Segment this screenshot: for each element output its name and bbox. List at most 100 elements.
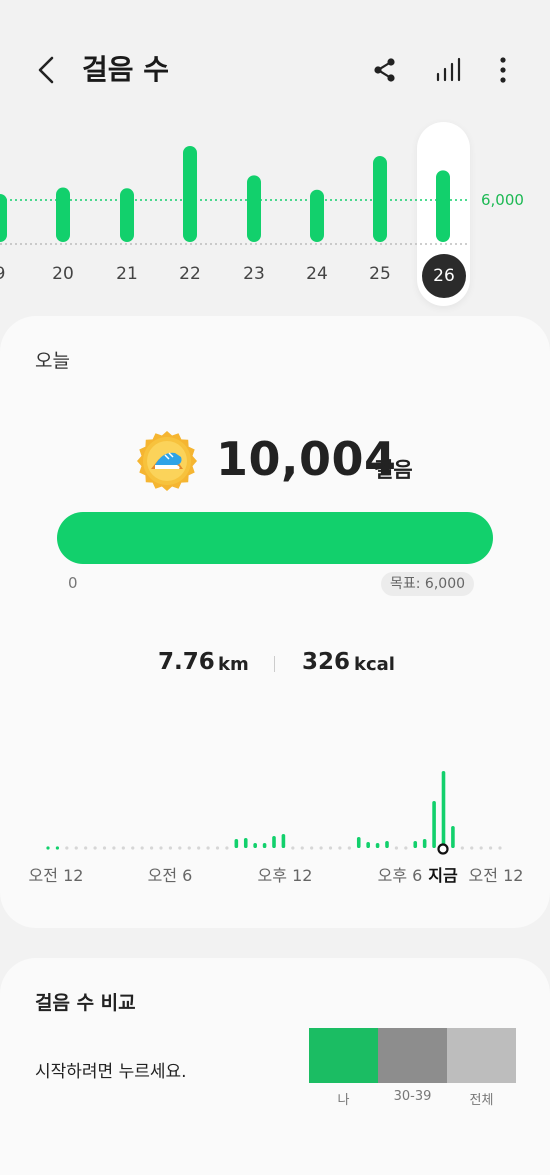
day-label[interactable]: 21 — [107, 264, 147, 284]
calories-unit: kcal — [354, 654, 395, 675]
progress-start-label: 0 — [68, 574, 78, 592]
hourly-dot — [84, 846, 88, 850]
hourly-dot — [460, 846, 464, 850]
hourly-bar — [385, 841, 389, 848]
hourly-dot — [319, 846, 323, 850]
hourly-steps-chart[interactable] — [0, 736, 550, 866]
time-label-6am: 오전 6 — [147, 866, 193, 885]
more-icon — [500, 57, 506, 83]
hourly-bar — [375, 843, 380, 848]
hourly-bar — [413, 841, 418, 848]
compare-card[interactable]: 걸음 수 비교 시작하려면 누르세요. 나 30-39 전체 — [0, 958, 550, 1175]
hourly-dot — [215, 846, 220, 850]
selected-day-badge[interactable]: 26 — [422, 254, 466, 298]
hourly-bar — [451, 826, 455, 848]
hourly-dot — [74, 846, 78, 850]
hourly-bar — [441, 771, 446, 848]
hourly-dot — [102, 846, 107, 850]
daily-bar[interactable] — [310, 189, 324, 242]
compare-bar-all — [447, 1028, 516, 1083]
daily-bar[interactable] — [120, 188, 134, 242]
hourly-bar — [272, 836, 276, 848]
day-label[interactable]: 9 — [0, 264, 20, 284]
daily-bar[interactable] — [56, 187, 70, 242]
time-label-midnight-end: 오전 12 — [468, 866, 524, 885]
hourly-dot — [159, 846, 163, 850]
page-title: 걸음 수 — [82, 53, 170, 86]
hourly-bar — [243, 838, 248, 848]
hourly-dot — [197, 846, 201, 850]
hourly-dot — [470, 846, 474, 850]
hourly-dot — [328, 846, 333, 850]
hourly-bar — [262, 843, 267, 848]
now-marker — [437, 843, 449, 855]
more-options-button[interactable] — [483, 50, 523, 90]
time-label-midnight-start: 오전 12 — [28, 866, 84, 885]
daily-bar[interactable] — [183, 146, 197, 242]
compare-bar-age-group — [378, 1028, 447, 1083]
walking-shoe-badge-icon — [137, 431, 197, 491]
hourly-bar — [356, 837, 361, 848]
distance-unit: km — [218, 654, 249, 675]
time-label-6pm: 오후 6 — [377, 866, 423, 885]
compare-bar-me — [309, 1028, 378, 1083]
hourly-dot — [187, 846, 191, 850]
hourly-dot — [488, 846, 493, 850]
hourly-dot — [55, 846, 60, 850]
hourly-dot — [291, 846, 295, 850]
daily-bar[interactable] — [247, 175, 261, 242]
back-icon — [38, 56, 54, 84]
stat-divider — [274, 656, 275, 672]
hourly-dot — [168, 846, 173, 850]
compare-label-all: 전체 — [469, 1093, 494, 1108]
hourly-dot — [347, 846, 351, 850]
time-label-now: 지금 — [428, 866, 458, 885]
today-steps-count: 10,004 — [216, 432, 397, 486]
compare-subtitle: 시작하려면 누르세요. — [35, 1062, 187, 1082]
day-label[interactable]: 23 — [234, 264, 274, 284]
share-button[interactable] — [365, 50, 405, 90]
hourly-dot — [46, 846, 50, 850]
daily-steps-chart[interactable]: 6,000 9 20 21 22 23 24 25 26 — [0, 118, 550, 308]
daily-bar[interactable] — [436, 170, 450, 242]
hourly-dot — [93, 846, 97, 850]
hourly-dot — [479, 846, 483, 850]
goal-line-label: 6,000 — [481, 191, 524, 209]
hourly-bar — [422, 839, 427, 848]
hourly-dot — [149, 846, 154, 850]
hourly-dot — [394, 846, 399, 850]
back-button[interactable] — [28, 50, 64, 90]
compare-label-age-group: 30-39 — [393, 1089, 432, 1104]
hourly-dot — [65, 846, 69, 850]
hourly-bar — [281, 834, 286, 848]
hourly-dot — [338, 846, 342, 850]
hourly-dot — [178, 846, 182, 850]
day-label[interactable]: 24 — [297, 264, 337, 284]
hourly-bar — [432, 801, 436, 848]
goal-chip[interactable]: 목표: 6,000 — [381, 572, 475, 596]
hourly-dot — [225, 846, 229, 850]
day-label[interactable]: 20 — [43, 264, 83, 284]
hourly-dot — [498, 846, 502, 850]
daily-bar[interactable] — [373, 156, 387, 242]
app-header: 걸음 수 — [0, 0, 550, 130]
daily-bar[interactable] — [0, 194, 7, 242]
hourly-dot — [300, 846, 304, 850]
hourly-dot — [121, 846, 125, 850]
steps-progress-bar — [57, 512, 493, 564]
today-label: 오늘 — [35, 350, 70, 372]
today-card[interactable]: 오늘 10,004 걸음 0 목표: 6,000 7.76 km 326 kca… — [0, 316, 550, 928]
calories-value: 326 — [302, 649, 351, 675]
hourly-dot — [310, 846, 314, 850]
time-label-noon: 오후 12 — [257, 866, 313, 885]
chart-view-button[interactable] — [428, 50, 468, 90]
hourly-dot — [140, 846, 144, 850]
share-icon — [374, 58, 395, 82]
day-label[interactable]: 25 — [360, 264, 400, 284]
compare-title: 걸음 수 비교 — [35, 992, 136, 1014]
hourly-dot — [206, 846, 210, 850]
day-label[interactable]: 22 — [170, 264, 210, 284]
hourly-bar — [366, 842, 370, 848]
chart-icon — [436, 57, 461, 82]
distance-value: 7.76 — [158, 649, 215, 675]
